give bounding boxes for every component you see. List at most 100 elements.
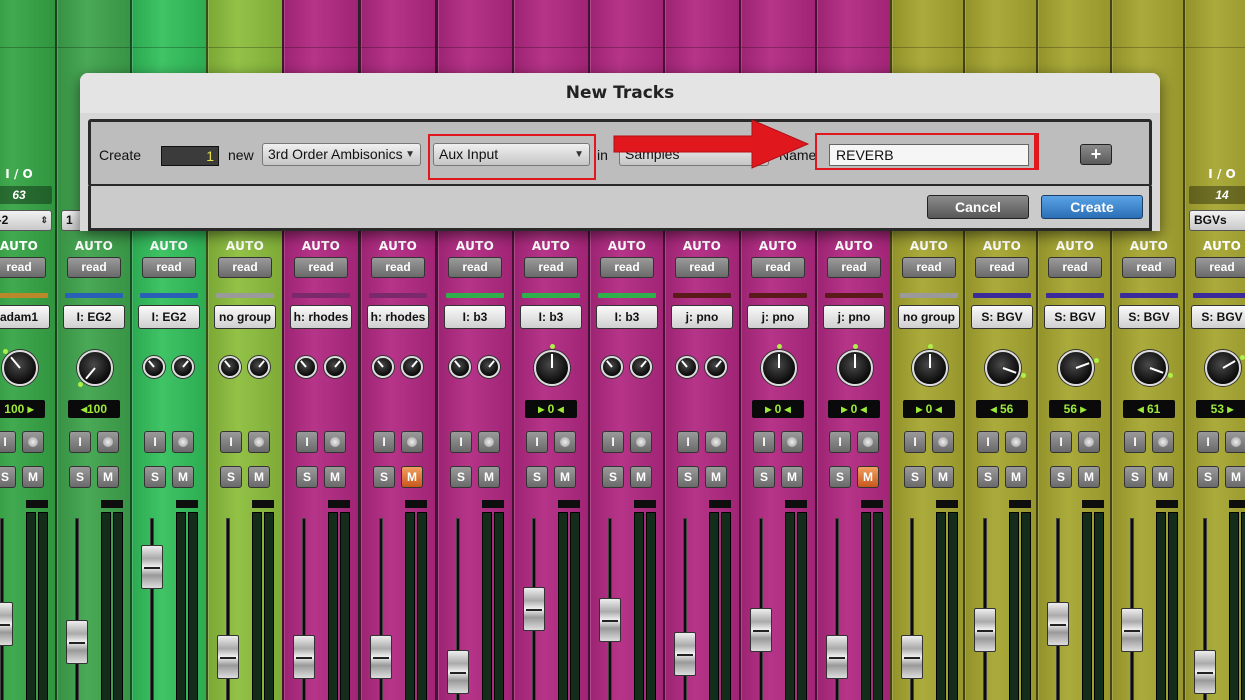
record-enable-button[interactable] — [1078, 431, 1100, 453]
solo-button[interactable]: S — [677, 466, 699, 488]
record-enable-button[interactable] — [857, 431, 879, 453]
record-enable-button[interactable] — [324, 431, 346, 453]
pan-knob[interactable] — [2, 350, 38, 386]
input-monitor-button[interactable]: I — [829, 431, 851, 453]
input-monitor-button[interactable]: I — [1050, 431, 1072, 453]
mute-button[interactable]: M — [857, 466, 879, 488]
group-button[interactable]: j: pno — [747, 305, 809, 329]
volume-fader[interactable] — [66, 620, 88, 664]
record-enable-button[interactable] — [22, 431, 44, 453]
record-enable-button[interactable] — [630, 431, 652, 453]
solo-button[interactable]: S — [450, 466, 472, 488]
pan-knob[interactable] — [1132, 350, 1168, 386]
pan-knob-right[interactable] — [478, 356, 500, 378]
input-monitor-button[interactable]: I — [0, 431, 16, 453]
track-type-select[interactable]: Aux Input ▼ — [433, 143, 590, 166]
volume-fader[interactable] — [0, 602, 13, 646]
group-button[interactable]: S: BGV — [1191, 305, 1245, 329]
automation-mode-button[interactable]: read — [1195, 257, 1245, 278]
group-button[interactable]: I: EG2 — [63, 305, 125, 329]
input-monitor-button[interactable]: I — [450, 431, 472, 453]
volume-fader[interactable] — [217, 635, 239, 679]
solo-button[interactable]: S — [829, 466, 851, 488]
solo-button[interactable]: S — [144, 466, 166, 488]
group-button[interactable]: I: b3 — [596, 305, 658, 329]
input-monitor-button[interactable]: I — [220, 431, 242, 453]
volume-fader[interactable] — [750, 608, 772, 652]
group-button[interactable]: no group — [898, 305, 960, 329]
pan-knob-right[interactable] — [705, 356, 727, 378]
volume-fader[interactable] — [447, 650, 469, 694]
mute-button[interactable]: M — [248, 466, 270, 488]
group-button[interactable]: S: BGV — [1118, 305, 1180, 329]
automation-mode-button[interactable]: read — [218, 257, 272, 278]
mute-button[interactable]: M — [705, 466, 727, 488]
pan-knob-left[interactable] — [676, 356, 698, 378]
group-button[interactable]: S: BGV — [1044, 305, 1106, 329]
automation-mode-button[interactable]: read — [142, 257, 196, 278]
automation-mode-button[interactable]: read — [524, 257, 578, 278]
pan-knob[interactable] — [985, 350, 1021, 386]
mute-button[interactable]: M — [1152, 466, 1174, 488]
record-enable-button[interactable] — [97, 431, 119, 453]
group-button[interactable]: adam1 — [0, 305, 50, 329]
volume-fader[interactable] — [974, 608, 996, 652]
mute-button[interactable]: M — [478, 466, 500, 488]
record-enable-button[interactable] — [554, 431, 576, 453]
mute-button[interactable]: M — [22, 466, 44, 488]
pan-knob-right[interactable] — [172, 356, 194, 378]
pan-knob[interactable] — [534, 350, 570, 386]
pan-knob-right[interactable] — [324, 356, 346, 378]
group-button[interactable]: j: pno — [823, 305, 885, 329]
pan-knob-right[interactable] — [630, 356, 652, 378]
input-monitor-button[interactable]: I — [69, 431, 91, 453]
pan-knob[interactable] — [912, 350, 948, 386]
record-enable-button[interactable] — [172, 431, 194, 453]
group-button[interactable]: I: b3 — [444, 305, 506, 329]
automation-mode-button[interactable]: read — [1048, 257, 1102, 278]
solo-button[interactable]: S — [1197, 466, 1219, 488]
group-button[interactable]: h: rhodes — [367, 305, 429, 329]
input-monitor-button[interactable]: I — [904, 431, 926, 453]
group-button[interactable]: no group — [214, 305, 276, 329]
mute-button[interactable]: M — [172, 466, 194, 488]
mute-button[interactable]: M — [630, 466, 652, 488]
mute-button[interactable]: M — [932, 466, 954, 488]
solo-button[interactable]: S — [977, 466, 999, 488]
record-enable-button[interactable] — [932, 431, 954, 453]
pan-knob-right[interactable] — [248, 356, 270, 378]
volume-fader[interactable] — [901, 635, 923, 679]
record-enable-button[interactable] — [1005, 431, 1027, 453]
volume-fader[interactable] — [1047, 602, 1069, 646]
solo-button[interactable]: S — [296, 466, 318, 488]
automation-mode-button[interactable]: read — [0, 257, 46, 278]
record-enable-button[interactable] — [705, 431, 727, 453]
group-button[interactable]: j: pno — [671, 305, 733, 329]
record-enable-button[interactable] — [1152, 431, 1174, 453]
create-button[interactable]: Create — [1041, 195, 1143, 219]
output-selector[interactable]: 1-2 ⇕ — [0, 210, 52, 231]
volume-fader[interactable] — [826, 635, 848, 679]
input-monitor-button[interactable]: I — [1197, 431, 1219, 453]
pan-knob[interactable] — [1205, 350, 1241, 386]
pan-knob[interactable] — [77, 350, 113, 386]
automation-mode-button[interactable]: read — [371, 257, 425, 278]
mute-button[interactable]: M — [401, 466, 423, 488]
input-monitor-button[interactable]: I — [1124, 431, 1146, 453]
volume-fader[interactable] — [674, 632, 696, 676]
solo-button[interactable]: S — [220, 466, 242, 488]
solo-button[interactable]: S — [1050, 466, 1072, 488]
mute-button[interactable]: M — [781, 466, 803, 488]
record-enable-button[interactable] — [401, 431, 423, 453]
input-monitor-button[interactable]: I — [144, 431, 166, 453]
pan-knob-left[interactable] — [143, 356, 165, 378]
group-button[interactable]: I: b3 — [520, 305, 582, 329]
mute-button[interactable]: M — [1078, 466, 1100, 488]
track-name-input[interactable]: REVERB — [829, 144, 1029, 166]
volume-fader[interactable] — [1121, 608, 1143, 652]
volume-fader[interactable] — [370, 635, 392, 679]
automation-mode-button[interactable]: read — [67, 257, 121, 278]
group-button[interactable]: h: rhodes — [290, 305, 352, 329]
automation-mode-button[interactable]: read — [675, 257, 729, 278]
pan-knob-right[interactable] — [401, 356, 423, 378]
